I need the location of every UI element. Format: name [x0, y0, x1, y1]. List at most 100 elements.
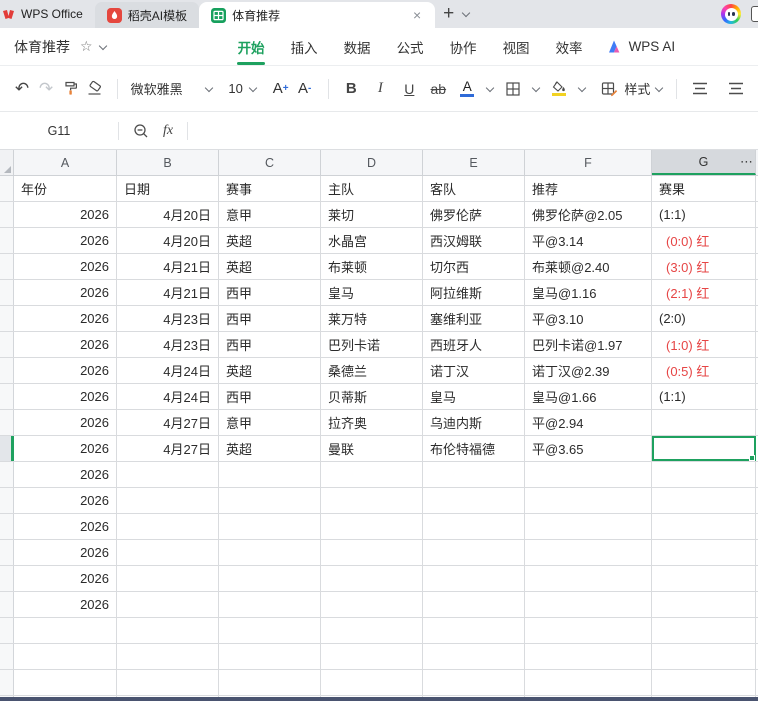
underline-button[interactable]: U — [399, 76, 419, 102]
cell-away[interactable]: 西汉姆联 — [423, 228, 525, 253]
cell-tip[interactable]: 布莱顿@2.40 — [525, 254, 652, 279]
redo-button[interactable]: ↷ — [36, 76, 56, 102]
cell[interactable] — [423, 566, 525, 591]
cell-style-label[interactable]: 样式 — [624, 79, 650, 98]
cell-year[interactable]: 2026 — [14, 436, 117, 461]
cell[interactable] — [652, 514, 756, 539]
eraser-icon[interactable] — [84, 76, 104, 102]
strikethrough-button[interactable]: ab — [428, 76, 448, 102]
font-color-button[interactable]: A — [457, 76, 477, 102]
fill-color-chevron-icon[interactable] — [578, 85, 586, 93]
header-cell[interactable]: 推荐 — [525, 176, 652, 201]
cell-year[interactable]: 2026 — [14, 410, 117, 435]
favorite-star-icon[interactable]: ☆ — [80, 38, 93, 55]
user-avatar[interactable] — [721, 4, 741, 24]
cell-year[interactable]: 2026 — [14, 202, 117, 227]
cell[interactable] — [525, 592, 652, 617]
cell[interactable] — [423, 540, 525, 565]
cell-tip[interactable]: 皇马@1.16 — [525, 280, 652, 305]
cell[interactable] — [525, 462, 652, 487]
cell-league[interactable]: 西甲 — [219, 384, 321, 409]
cell-away[interactable]: 布伦特福德 — [423, 436, 525, 461]
cell[interactable] — [525, 670, 652, 695]
header-cell[interactable]: 主队 — [321, 176, 423, 201]
menu-item-2[interactable]: 插入 — [278, 28, 331, 65]
cell-result[interactable]: (1:1) — [652, 202, 756, 227]
row-header[interactable] — [0, 592, 14, 617]
cell-date[interactable]: 4月20日 — [117, 202, 219, 227]
cell[interactable] — [652, 618, 756, 643]
cell-year[interactable]: 2026 — [14, 384, 117, 409]
cell[interactable] — [117, 670, 219, 695]
cell-away[interactable]: 阿拉维斯 — [423, 280, 525, 305]
cell-away[interactable]: 西班牙人 — [423, 332, 525, 357]
cell[interactable] — [423, 592, 525, 617]
cell-result[interactable]: (2:1) 红 — [652, 280, 756, 305]
font-size-chevron-icon[interactable] — [249, 85, 257, 93]
decrease-font-button[interactable]: A- — [295, 76, 315, 102]
cell-home[interactable]: 莱切 — [321, 202, 423, 227]
cell-league[interactable]: 英超 — [219, 436, 321, 461]
cell[interactable] — [652, 540, 756, 565]
cell[interactable] — [219, 670, 321, 695]
cell-date[interactable]: 4月21日 — [117, 254, 219, 279]
fill-color-button[interactable] — [549, 76, 569, 102]
cell[interactable] — [219, 514, 321, 539]
cell[interactable] — [525, 488, 652, 513]
menu-item-5[interactable]: 协作 — [437, 28, 490, 65]
cell-tip[interactable]: 平@2.94 — [525, 410, 652, 435]
window-control-icon[interactable] — [751, 6, 758, 22]
cell-year[interactable]: 2026 — [14, 358, 117, 383]
header-cell[interactable]: 客队 — [423, 176, 525, 201]
cell[interactable] — [321, 592, 423, 617]
row-header[interactable] — [0, 358, 14, 383]
cell-home[interactable]: 拉齐奥 — [321, 410, 423, 435]
row-header[interactable] — [0, 384, 14, 409]
cell[interactable] — [219, 488, 321, 513]
cell[interactable] — [14, 670, 117, 695]
cell[interactable] — [525, 566, 652, 591]
cell[interactable] — [117, 488, 219, 513]
cell-date[interactable]: 4月24日 — [117, 384, 219, 409]
new-tab-button[interactable]: + — [435, 0, 462, 28]
cell[interactable] — [423, 462, 525, 487]
header-cell[interactable]: 日期 — [117, 176, 219, 201]
cell[interactable] — [652, 566, 756, 591]
cell[interactable] — [321, 488, 423, 513]
cell-league[interactable]: 意甲 — [219, 410, 321, 435]
cell-tip[interactable]: 皇马@1.66 — [525, 384, 652, 409]
fill-handle[interactable] — [749, 455, 755, 461]
cell[interactable] — [219, 592, 321, 617]
cell-date[interactable]: 4月20日 — [117, 228, 219, 253]
cell-away[interactable]: 乌迪内斯 — [423, 410, 525, 435]
row-header[interactable] — [0, 410, 14, 435]
align-middle-icon[interactable] — [726, 76, 746, 102]
row-header[interactable] — [0, 670, 14, 695]
cell[interactable] — [117, 644, 219, 669]
cell-league[interactable]: 西甲 — [219, 332, 321, 357]
cell-tip[interactable]: 平@3.14 — [525, 228, 652, 253]
row-header[interactable] — [0, 644, 14, 669]
menu-item-3[interactable]: 数据 — [331, 28, 384, 65]
column-header-E[interactable]: E — [423, 150, 525, 175]
cell[interactable] — [219, 618, 321, 643]
cell[interactable] — [219, 644, 321, 669]
font-color-chevron-icon[interactable] — [486, 85, 494, 93]
cell-home[interactable]: 桑德兰 — [321, 358, 423, 383]
cell-result[interactable]: (1:1) — [652, 384, 756, 409]
column-header-A[interactable]: A — [14, 150, 117, 175]
increase-font-button[interactable]: A + — [271, 76, 291, 102]
cell[interactable] — [652, 592, 756, 617]
column-header-F[interactable]: F — [525, 150, 652, 175]
row-header[interactable] — [0, 462, 14, 487]
borders-icon[interactable] — [503, 76, 523, 102]
cell[interactable] — [525, 514, 652, 539]
align-top-icon[interactable] — [690, 76, 710, 102]
tab-list-chevron-icon[interactable] — [462, 10, 470, 18]
cell-home[interactable]: 水晶宫 — [321, 228, 423, 253]
cell[interactable] — [321, 644, 423, 669]
cell-year[interactable]: 2026 — [14, 566, 117, 591]
font-name-select[interactable]: 微软雅黑 — [131, 79, 201, 98]
zoom-out-icon[interactable] — [133, 123, 149, 139]
cell-date[interactable]: 4月23日 — [117, 332, 219, 357]
